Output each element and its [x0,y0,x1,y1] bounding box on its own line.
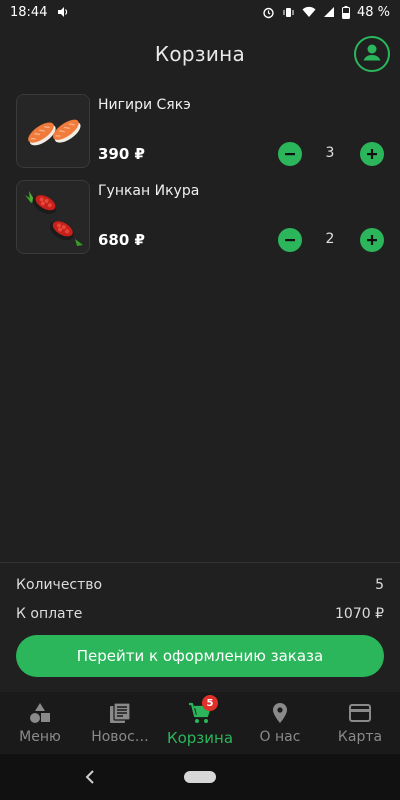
cart-item: Нигири Сякэ 390 ₽ 3 [0,92,400,178]
nav-item-about[interactable]: О нас [240,692,320,754]
item-name: Гункан Икура [98,183,200,199]
quantity-total: 5 [375,577,384,593]
payment-row: К оплате 1070 ₽ [16,606,384,622]
card-icon [349,701,371,725]
payment-label: К оплате [16,606,83,622]
nav-item-news[interactable]: Новос… [80,692,160,754]
nav-label: Новос… [91,729,149,745]
profile-button[interactable] [354,36,390,72]
nav-label: О нас [259,729,301,745]
profile-icon [360,40,384,68]
plus-icon [367,235,377,245]
decrease-quantity-button[interactable] [278,228,302,252]
vibrate-icon [282,6,295,19]
item-name: Нигири Сякэ [98,97,191,113]
nav-item-card[interactable]: Карта [320,692,400,754]
plus-icon [367,149,377,159]
item-price: 390 ₽ [98,145,145,163]
quantity-row: Количество 5 [16,577,384,593]
status-time: 18:44 [10,4,48,20]
alarm-icon [262,6,275,19]
page-title: Корзина [154,42,246,66]
nav-item-menu[interactable]: Меню [0,692,80,754]
system-nav [0,754,400,800]
back-icon[interactable] [80,767,100,787]
cart-icon: 5 [188,695,218,725]
wifi-icon [302,6,316,18]
checkout-button[interactable]: Перейти к оформлению заказа [16,635,384,677]
minus-icon [285,239,295,242]
news-icon [109,701,131,725]
location-pin-icon [271,701,289,725]
signal-icon [323,6,335,18]
item-quantity: 3 [325,145,335,161]
volume-icon [57,6,69,18]
battery-icon [341,5,350,19]
nav-item-cart[interactable]: 5 Корзина [160,692,240,754]
shapes-icon [29,701,51,725]
order-summary: Количество 5 К оплате 1070 ₽ Перейти к о… [0,562,400,692]
status-bar: 18:44 48 % [0,0,400,24]
bottom-nav: Меню Новос… 5 Корзина О нас Карта [0,692,400,754]
app-header: Корзина [0,24,400,84]
cart-item: Гункан Икура 680 ₽ 2 [0,178,400,264]
item-image-gunkan-ikura[interactable] [16,180,90,254]
quantity-label: Количество [16,577,103,593]
increase-quantity-button[interactable] [360,228,384,252]
increase-quantity-button[interactable] [360,142,384,166]
battery-percent: 48 % [356,4,390,20]
home-pill[interactable] [184,771,216,783]
minus-icon [285,153,295,156]
item-image-nigiri-salmon[interactable] [16,94,90,168]
decrease-quantity-button[interactable] [278,142,302,166]
payment-total: 1070 ₽ [335,606,384,622]
cart-list: Нигири Сякэ 390 ₽ 3 Гункан Икура 680 ₽ 2 [0,92,400,264]
nav-label: Корзина [166,729,234,747]
nav-label: Карта [337,729,383,745]
nav-label: Меню [19,729,61,745]
item-price: 680 ₽ [98,231,145,249]
cart-badge: 5 [202,695,218,711]
item-quantity: 2 [325,231,335,247]
